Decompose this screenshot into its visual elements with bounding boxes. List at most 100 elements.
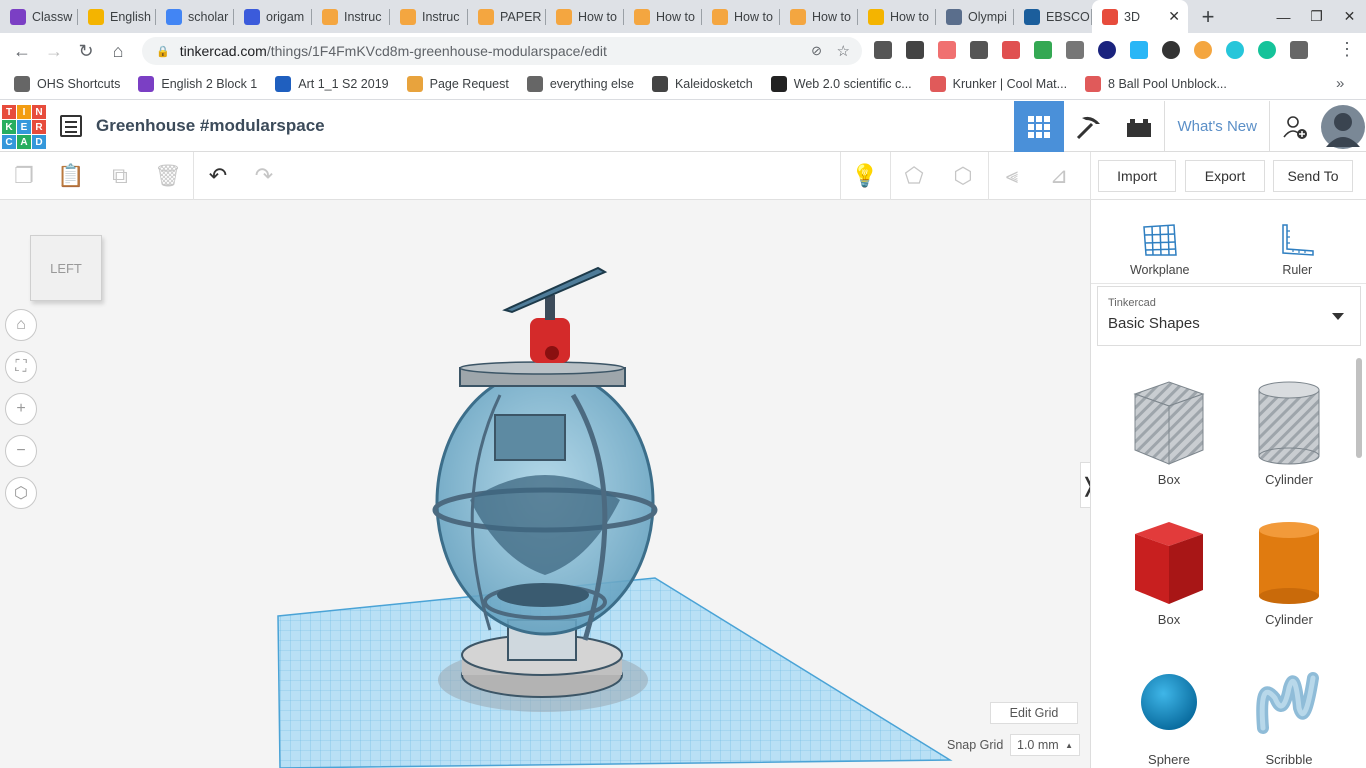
zoom-out-icon[interactable]: − — [5, 435, 37, 467]
extension-icon[interactable] — [1162, 41, 1180, 59]
copy-icon[interactable]: ❐ — [10, 162, 38, 190]
extension-icon[interactable] — [874, 41, 892, 59]
extension-icon[interactable] — [906, 41, 924, 59]
bookmark-item[interactable]: Kaleidosketch — [651, 76, 753, 92]
close-tab-icon[interactable]: ✕ — [1168, 8, 1180, 25]
lightbulb-icon[interactable]: 💡 — [851, 162, 879, 190]
invite-user-button[interactable] — [1270, 101, 1320, 152]
shape-sphere[interactable]: Sphere — [1109, 658, 1229, 767]
shape-box-hole[interactable]: Box — [1109, 378, 1229, 487]
paste-icon[interactable]: 📋 — [57, 162, 85, 190]
browser-tab[interactable]: How to — [546, 0, 624, 33]
bookmark-item[interactable]: OHS Shortcuts — [14, 76, 120, 92]
fit-view-icon[interactable]: ⛶ — [5, 351, 37, 383]
browser-tab[interactable]: Classw — [0, 0, 78, 33]
extension-icon[interactable] — [1098, 41, 1116, 59]
scribble-icon — [1256, 672, 1319, 734]
bookmark-item[interactable]: Web 2.0 scientific c... — [770, 76, 912, 92]
tab-favicon-icon — [166, 8, 182, 25]
bookmark-item[interactable]: 8 Ball Pool Unblock... — [1085, 76, 1227, 92]
back-icon[interactable]: ← — [6, 35, 38, 67]
whats-new-link[interactable]: What's New — [1164, 101, 1270, 152]
browser-tab[interactable]: Olympi — [936, 0, 1014, 33]
edit-grid-button[interactable]: Edit Grid — [990, 702, 1078, 724]
blocked-icon[interactable]: ⊘ — [811, 43, 822, 59]
minimize-icon[interactable]: — — [1267, 0, 1300, 33]
browser-tab[interactable]: How to — [624, 0, 702, 33]
home-icon[interactable]: ⌂ — [102, 35, 134, 67]
extension-icon[interactable] — [938, 41, 956, 59]
forward-icon[interactable]: → — [38, 35, 70, 67]
export-button[interactable]: Export — [1185, 160, 1265, 192]
more-bookmarks-icon[interactable]: » — [1336, 75, 1344, 92]
design-list-icon[interactable] — [60, 115, 82, 137]
bookmark-item[interactable]: Page Request — [406, 76, 509, 92]
extension-icon[interactable] — [1130, 41, 1148, 59]
google-drive-icon[interactable] — [1034, 41, 1052, 59]
design-title[interactable]: Greenhouse #modularspace — [96, 116, 325, 136]
browser-tab[interactable]: How to — [702, 0, 780, 33]
browser-tab[interactable]: How to — [780, 0, 858, 33]
bookmark-item[interactable]: English 2 Block 1 — [138, 76, 257, 92]
reload-icon[interactable]: ↻ — [70, 35, 102, 67]
duplicate-icon[interactable]: ⧉ — [106, 162, 134, 190]
browser-tab[interactable]: scholar — [156, 0, 234, 33]
browser-tab[interactable]: origam — [234, 0, 312, 33]
bookmark-item[interactable]: everything else — [526, 76, 634, 92]
perspective-icon[interactable]: ⬡ — [5, 477, 37, 509]
browser-tab[interactable]: EBSCO — [1014, 0, 1092, 33]
shape-scribble[interactable]: Scribble — [1229, 658, 1349, 767]
workplane-scene[interactable] — [0, 200, 1090, 768]
ruler-button[interactable]: Ruler — [1229, 200, 1366, 283]
profile-r-icon[interactable] — [1290, 41, 1308, 59]
group-icon[interactable]: ⬠ — [900, 162, 928, 190]
ungroup-icon[interactable]: ⬡ — [949, 162, 977, 190]
undo-icon[interactable]: ↶ — [204, 162, 232, 190]
align-icon[interactable]: ⫷ — [998, 162, 1026, 190]
bookmark-item[interactable]: Krunker | Cool Mat... — [929, 76, 1067, 92]
delete-icon[interactable]: 🗑 — [154, 162, 182, 190]
restore-icon[interactable]: ❐ — [1300, 0, 1333, 33]
avatar[interactable] — [1320, 101, 1366, 152]
workplane-label: Workplane — [1129, 263, 1190, 277]
tinkercad-logo[interactable]: TIN KER CAD — [2, 105, 46, 149]
new-tab-button[interactable]: + — [1192, 0, 1224, 33]
redo-icon[interactable]: ↷ — [250, 162, 278, 190]
address-bar[interactable]: 🔒 tinkercad.com /things/1F4FmKVcd8m-gree… — [142, 37, 862, 65]
shape-box[interactable]: Box — [1109, 518, 1229, 627]
tab-active[interactable]: 3D ✕ — [1092, 0, 1188, 33]
browser-tab[interactable]: English — [78, 0, 156, 33]
workplane-button[interactable]: Workplane — [1091, 200, 1229, 283]
mirror-icon[interactable]: ⊿ — [1045, 162, 1073, 190]
import-button[interactable]: Import — [1098, 160, 1176, 192]
shape-library-select[interactable]: Tinkercad Basic Shapes — [1097, 286, 1361, 346]
zoom-in-icon[interactable]: + — [5, 393, 37, 425]
extension-icon[interactable] — [1226, 41, 1244, 59]
3d-viewport[interactable]: LEFT ⌂ ⛶ + − ⬡ — [0, 200, 1090, 768]
view-cube[interactable]: LEFT — [30, 235, 102, 301]
panel-scrollbar[interactable] — [1356, 358, 1362, 458]
tab-favicon-icon — [946, 8, 962, 25]
close-window-icon[interactable]: ✕ — [1333, 0, 1366, 33]
home-view-icon[interactable]: ⌂ — [5, 309, 37, 341]
bookmark-star-icon[interactable]: ☆ — [837, 42, 850, 60]
browser-tab[interactable]: PAPER — [468, 0, 546, 33]
bookmark-item[interactable]: Art 1_1 S2 2019 — [275, 76, 389, 92]
extension-icon[interactable] — [970, 41, 988, 59]
snap-grid-select[interactable]: 1.0 mm ▲ — [1010, 734, 1080, 756]
browser-tab[interactable]: How to — [858, 0, 936, 33]
browser-tab[interactable]: Instruc — [390, 0, 468, 33]
shape-cylinder-hole[interactable]: Cylinder — [1229, 378, 1349, 487]
extension-icon[interactable] — [1066, 41, 1084, 59]
extension-icon[interactable] — [1194, 41, 1212, 59]
bookmarks-bar: OHS Shortcuts English 2 Block 1 Art 1_1 S2… — [0, 69, 1366, 100]
bricks-view-button[interactable] — [1114, 101, 1164, 152]
menu-dots-icon[interactable]: ⋮ — [1338, 39, 1356, 60]
shape-cylinder[interactable]: Cylinder — [1229, 518, 1349, 627]
browser-tab[interactable]: Instruc — [312, 0, 390, 33]
send-to-button[interactable]: Send To — [1273, 160, 1353, 192]
3d-view-button[interactable] — [1014, 101, 1065, 152]
extension-icon[interactable] — [1002, 41, 1020, 59]
grammarly-icon[interactable] — [1258, 41, 1276, 59]
blocks-view-button[interactable] — [1064, 101, 1114, 152]
